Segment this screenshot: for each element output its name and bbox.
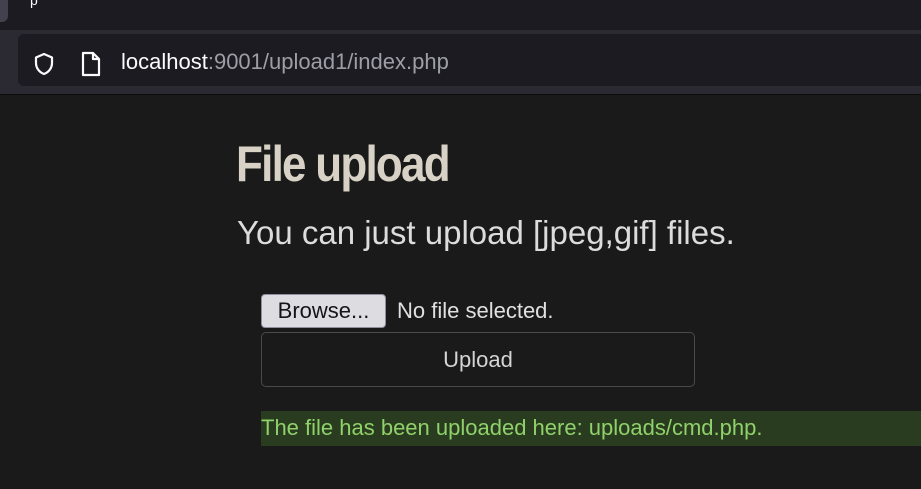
upload-button[interactable]: Upload [261,332,695,387]
file-status-text: No file selected. [397,298,554,323]
page-icon[interactable] [80,51,102,77]
tab-strip: p [0,0,921,30]
tab-fragment-label: p [30,0,38,8]
shield-icon[interactable] [32,52,56,76]
page-subtitle: You can just upload [jpeg,gif] files. [237,214,735,251]
success-banner: The file has been uploaded here: uploads… [261,411,921,446]
page-content: File upload You can just upload [jpeg,gi… [0,95,921,489]
success-message: The file has been uploaded here: uploads… [261,415,763,440]
url-path: :9001/upload1/index.php [207,49,449,74]
page-title: File upload [236,136,451,192]
browse-button[interactable]: Browse... [261,294,386,328]
tab-fragment[interactable] [0,0,8,22]
url-text[interactable]: localhost:9001/upload1/index.php [121,48,449,76]
url-host: localhost [121,49,208,74]
